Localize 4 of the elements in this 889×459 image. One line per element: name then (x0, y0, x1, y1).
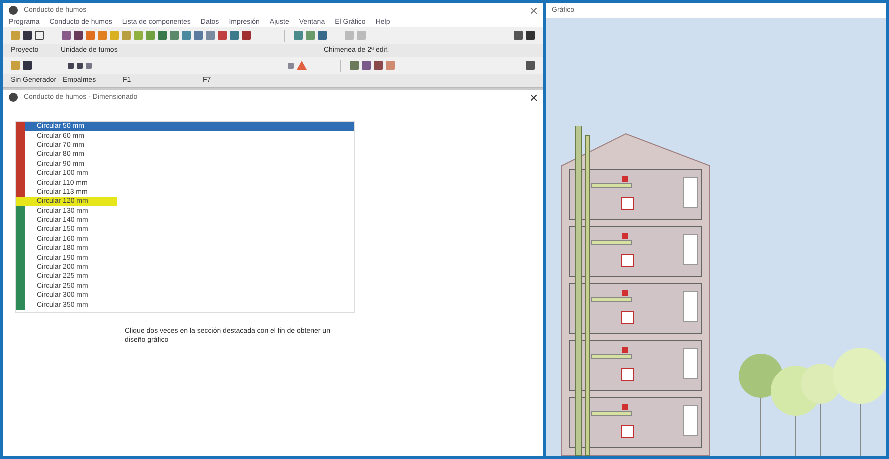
app-icon (9, 6, 18, 15)
close-icon[interactable] (531, 94, 537, 100)
blank-page-icon[interactable] (35, 31, 44, 40)
app-icon (9, 93, 18, 102)
